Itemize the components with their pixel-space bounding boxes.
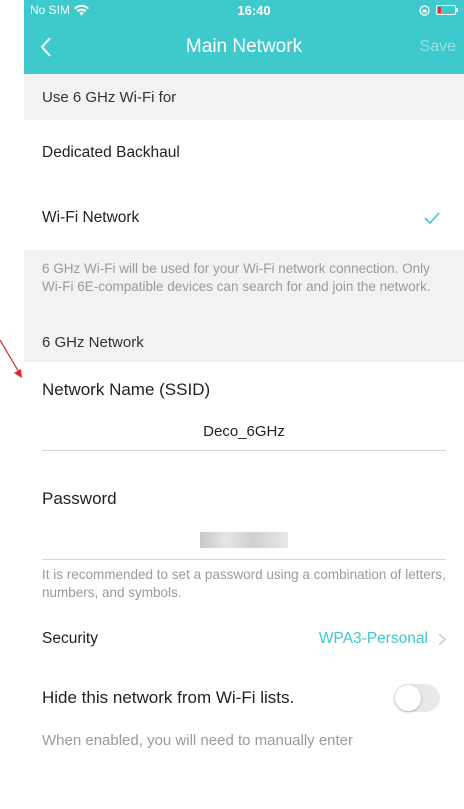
option-label: Dedicated Backhaul [42,144,180,161]
nav-bar: Main Network Save [24,20,464,74]
ssid-label: Network Name (SSID) [42,380,211,399]
section-header-6ghz-network: 6 GHz Network [24,322,464,362]
security-value: WPA3-Personal [318,630,428,647]
hide-network-label: Hide this network from Wi-Fi lists. [42,688,295,707]
status-bar: No SIM 16:40 [24,0,464,20]
chevron-right-icon [438,632,446,646]
orientation-lock-icon [419,4,430,16]
password-input[interactable] [42,521,446,560]
password-note: It is recommended to set a password usin… [24,560,464,602]
use-6ghz-note: 6 GHz Wi-Fi will be used for your Wi-Fi … [24,250,464,322]
security-label: Security [42,630,98,647]
hide-network-toggle[interactable] [394,684,440,712]
battery-icon [435,5,458,15]
security-row[interactable]: Security WPA3-Personal [24,608,464,670]
option-dedicated-backhaul[interactable]: Dedicated Backhaul [24,120,464,186]
hide-network-note: When enabled, you will need to manually … [24,726,464,750]
carrier-label: No SIM [30,3,71,17]
ssid-input[interactable]: Deco_6GHz [42,412,446,451]
masked-password [200,532,288,548]
annotation-arrow [0,340,22,378]
checkmark-icon [424,212,440,224]
status-time: 16:40 [237,2,271,18]
option-wifi-network[interactable]: Wi-Fi Network [24,186,464,250]
password-label: Password [42,489,117,508]
option-label: Wi-Fi Network [42,209,140,226]
hide-network-row: Hide this network from Wi-Fi lists. [24,670,464,726]
save-button[interactable]: Save [420,38,464,56]
toggle-knob [395,685,421,711]
section-header-use-6ghz: Use 6 GHz Wi-Fi for [24,74,464,120]
phone-screen: No SIM 16:40 Main Network Save Use 6 GHz… [24,0,464,809]
chevron-left-icon [40,37,51,57]
back-button[interactable] [24,20,68,74]
page-title: Main Network [185,36,303,57]
wifi-icon [74,4,90,15]
